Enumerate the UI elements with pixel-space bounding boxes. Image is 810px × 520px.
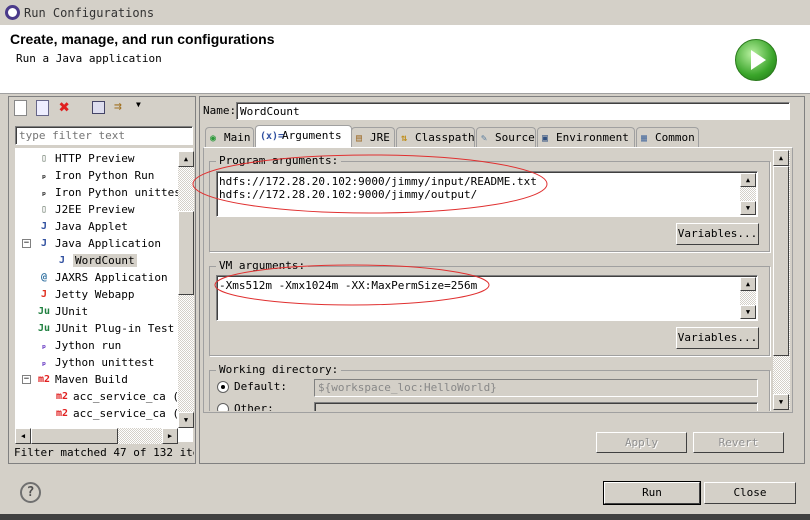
annotation-ellipse-vm-args (214, 264, 490, 306)
revert-button[interactable]: Revert (693, 432, 784, 453)
run-button[interactable]: Run (603, 481, 701, 505)
help-icon[interactable]: ? (20, 482, 41, 503)
annotation-overlay (192, 154, 548, 306)
apply-button[interactable]: Apply (596, 432, 687, 453)
annotation-ellipse-program-args (192, 154, 548, 214)
close-button[interactable]: Close (704, 482, 796, 504)
window-bottom-border (0, 514, 810, 520)
